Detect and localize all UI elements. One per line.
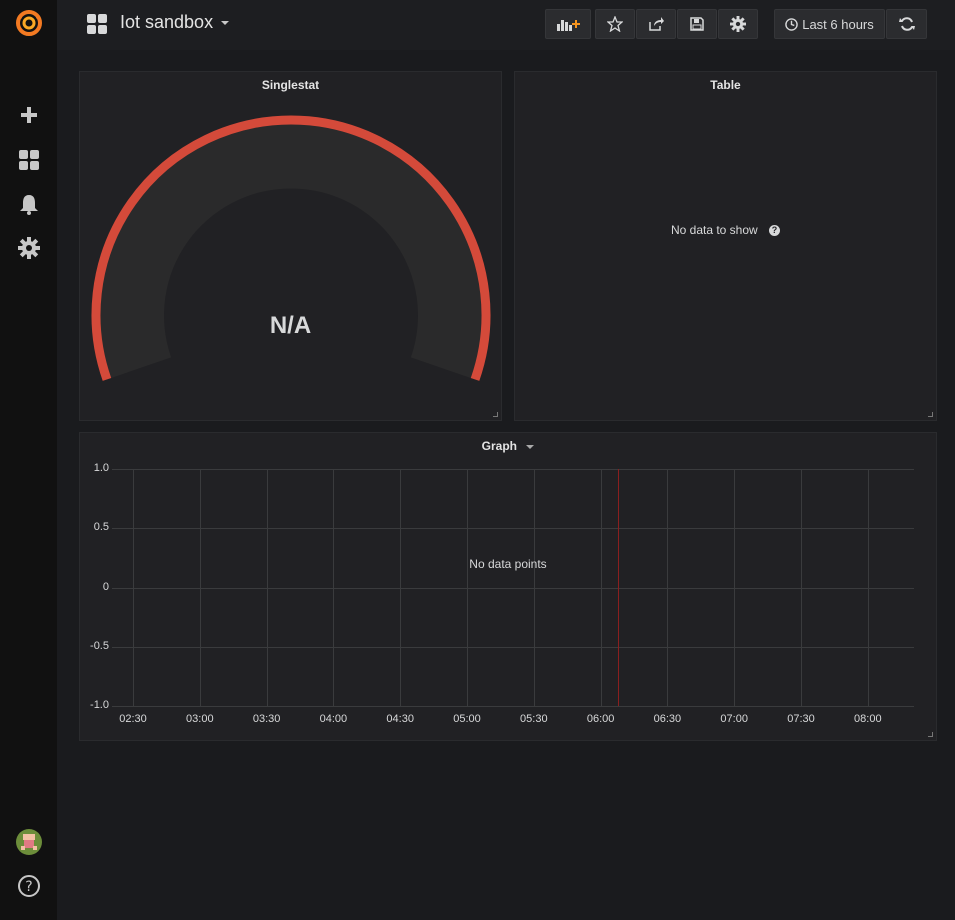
resize-handle[interactable] — [928, 732, 933, 737]
y-gridline — [112, 469, 914, 470]
user-avatar[interactable] — [14, 827, 44, 857]
x-tick-label: 06:30 — [653, 713, 682, 725]
x-tick-label: 04:30 — [386, 713, 414, 725]
gear-icon — [730, 16, 746, 32]
time-range-picker[interactable]: Last 6 hours — [774, 9, 885, 39]
now-marker-line — [618, 469, 620, 706]
dashboards-icon[interactable] — [14, 145, 44, 175]
graph-panel[interactable]: Graph 1.0 0.5 0 -0.5 -1.0 02:30 03:00 03:30 04:0… — [79, 432, 937, 741]
x-tick-label: 07:30 — [787, 713, 815, 725]
dashboard-settings-button[interactable] — [718, 9, 758, 39]
y-tick-label: 1.0 — [93, 462, 109, 474]
y-gridline — [112, 587, 914, 589]
x-gridline — [867, 469, 869, 706]
x-gridline — [667, 469, 669, 706]
bell-icon[interactable] — [14, 189, 44, 219]
y-gridline — [112, 646, 914, 648]
svg-text:?: ? — [25, 879, 32, 895]
save-dashboard-button[interactable] — [677, 9, 717, 39]
table-panel-title[interactable]: Table — [515, 78, 936, 92]
save-icon — [690, 17, 704, 31]
refresh-button[interactable] — [886, 9, 927, 39]
x-gridline — [801, 469, 802, 706]
help-icon[interactable]: ? — [14, 871, 44, 901]
grafana-logo-icon[interactable] — [14, 8, 44, 38]
y-gridline — [112, 528, 914, 530]
clock-icon — [785, 17, 798, 31]
table-panel[interactable]: Table No data to show ? — [514, 71, 937, 421]
plus-icon[interactable] — [14, 100, 44, 130]
x-tick-label: 02:30 — [119, 713, 147, 725]
x-gridline — [400, 469, 402, 706]
x-gridline — [266, 469, 268, 706]
graph-empty-message: No data points — [469, 557, 547, 571]
graph-plot-area[interactable]: 1.0 0.5 0 -0.5 -1.0 02:30 03:00 03:30 04:00 04:30… — [80, 433, 938, 742]
dashboard-grid-icon — [86, 13, 108, 40]
x-tick-label: 07:00 — [720, 713, 748, 725]
resize-handle[interactable] — [493, 412, 498, 417]
side-menu: ? — [0, 0, 57, 920]
x-gridline — [600, 469, 602, 706]
table-empty-message: No data to show — [670, 223, 758, 237]
resize-handle[interactable] — [928, 412, 933, 417]
x-gridline — [199, 469, 201, 706]
x-gridline — [333, 469, 335, 706]
share-dashboard-button[interactable] — [636, 9, 676, 39]
y-tick-label: 0 — [102, 580, 109, 593]
y-tick-label: -1.0 — [90, 699, 109, 711]
x-gridline — [734, 469, 736, 706]
refresh-icon — [898, 17, 915, 31]
singlestat-gauge — [91, 115, 491, 381]
x-tick-label: 06:00 — [586, 713, 615, 725]
x-tick-label: 08:00 — [854, 713, 882, 725]
star-dashboard-button[interactable] — [595, 9, 635, 39]
singlestat-panel[interactable]: Singlestat N/A — [79, 71, 502, 421]
x-tick-label: 05:00 — [453, 713, 481, 725]
x-tick-label: 03:00 — [186, 713, 214, 725]
dashboard-title: Iot sandbox — [120, 12, 214, 32]
add-panel-icon — [557, 20, 580, 31]
dashboard-title-picker[interactable]: Iot sandbox — [120, 12, 230, 33]
chevron-down-icon — [221, 21, 230, 26]
share-icon — [649, 17, 664, 31]
dashboard-main: Iot sandbox Last 6 hours Singlestat N/A … — [57, 0, 955, 920]
question-circle-icon[interactable]: ? — [769, 225, 781, 237]
star-icon — [607, 16, 623, 32]
y-tick-label: 0.5 — [93, 521, 109, 534]
dashboard-navbar: Iot sandbox Last 6 hours — [57, 0, 955, 50]
y-tick-label: -0.5 — [90, 639, 109, 652]
y-gridline — [112, 706, 914, 707]
x-gridline — [133, 469, 134, 706]
singlestat-value: N/A — [269, 312, 312, 339]
table-empty-state: No data to show ? — [515, 223, 936, 237]
x-gridline — [467, 469, 468, 706]
gear-icon[interactable] — [14, 233, 44, 263]
add-panel-button[interactable] — [545, 9, 591, 39]
x-tick-label: 04:00 — [319, 713, 348, 725]
x-gridline — [533, 469, 535, 706]
time-range-label: Last 6 hours — [802, 16, 874, 32]
x-tick-label: 03:30 — [252, 713, 281, 725]
x-tick-label: 05:30 — [520, 713, 548, 725]
